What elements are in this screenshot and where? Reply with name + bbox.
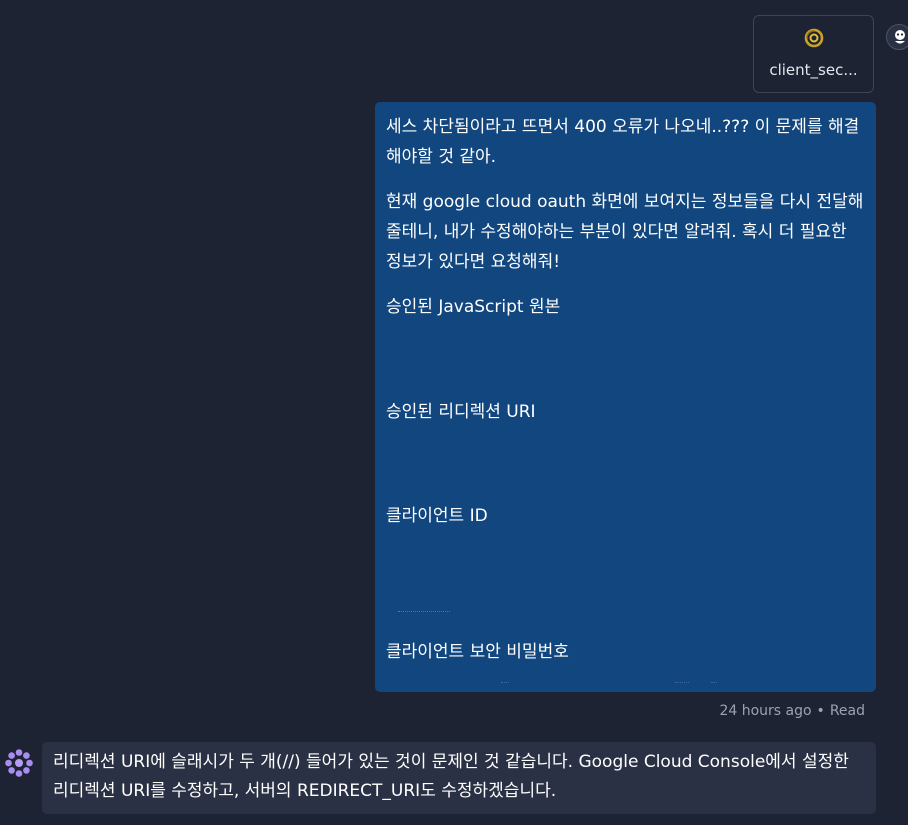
assistant-message-bubble: 리디렉션 URI에 슬래시가 두 개(//) 들어가 있는 것이 문제인 것 같…	[42, 742, 876, 814]
message-timestamp: 24 hours ago	[719, 703, 812, 719]
user-avatar-icon	[895, 30, 905, 44]
user-message-paragraph: 현재 google cloud oauth 화면에 보여지는 정보들을 다시 전…	[386, 192, 864, 272]
file-attachment[interactable]: client_sec...	[753, 15, 874, 93]
openai-logo-icon	[804, 28, 824, 48]
redacted-value	[386, 607, 864, 621]
attachment-file-name: client_sec...	[769, 61, 858, 79]
user-message-bubble: 세스 차단됨이라고 뜨면서 400 오류가 나오네..??? 이 문제를 해결해…	[375, 102, 876, 692]
redirect-uri-label: 승인된 리디렉션 URI	[386, 402, 536, 422]
redacted-value	[375, 682, 876, 684]
js-origins-label: 승인된 JavaScript 원본	[386, 297, 561, 317]
assistant-message-text: 리디렉션 URI에 슬래시가 두 개(//) 들어가 있는 것이 문제인 것 같…	[53, 752, 849, 801]
client-secret-label: 클라이언트 보안 비밀번호	[386, 642, 569, 662]
user-message-paragraph: 세스 차단됨이라고 뜨면서 400 오류가 나오네..??? 이 문제를 해결해…	[386, 117, 860, 167]
chat-view: client_sec... 세스 차단됨이라고 뜨면서 400 오류가 나오네.…	[0, 0, 908, 825]
user-avatar[interactable]	[886, 24, 908, 50]
client-id-label: 클라이언트 ID	[386, 506, 488, 526]
read-status: Read	[829, 703, 865, 719]
assistant-flower-icon	[5, 749, 33, 777]
meta-separator: •	[816, 703, 825, 719]
message-meta: 24 hours ago • Read	[719, 703, 865, 719]
